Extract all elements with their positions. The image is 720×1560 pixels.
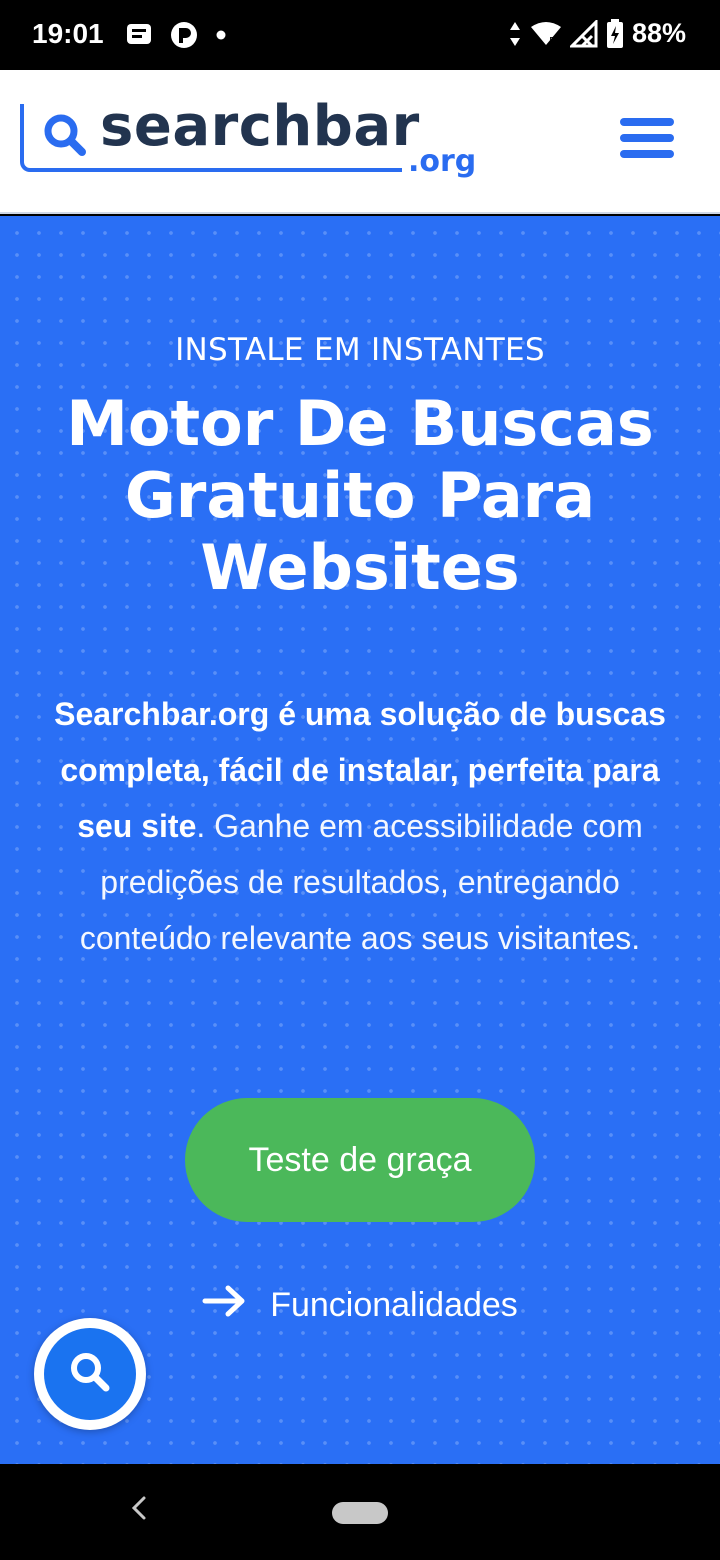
status-system-icons: 5 88% bbox=[508, 18, 686, 49]
system-nav-bar bbox=[0, 1464, 720, 1560]
hero-eyebrow: INSTALE EM INSTANTES bbox=[175, 332, 545, 368]
site-logo[interactable]: searchbar .org bbox=[20, 94, 476, 210]
floating-search-inner bbox=[44, 1328, 136, 1420]
floating-search-button[interactable] bbox=[34, 1318, 146, 1430]
features-link-label: Funcionalidades bbox=[270, 1286, 518, 1324]
arrow-right-icon bbox=[202, 1284, 248, 1327]
site-header: searchbar .org bbox=[0, 70, 720, 214]
signal-icon bbox=[569, 19, 598, 48]
menu-bar-3 bbox=[620, 150, 674, 158]
battery-percent: 88% bbox=[631, 18, 686, 48]
free-trial-button[interactable]: Teste de graça bbox=[185, 1098, 535, 1222]
status-bar: 19:01 5 88% bbox=[0, 0, 720, 70]
logo-tld: .org bbox=[408, 144, 477, 179]
logo-search-icon bbox=[42, 112, 88, 163]
status-notification-icons bbox=[125, 20, 227, 50]
hero-title: Motor De Buscas Gratuito Para Websites bbox=[66, 387, 654, 604]
logo-word: searchbar bbox=[100, 94, 420, 159]
hero-section: INSTALE EM INSTANTES Motor De Buscas Gra… bbox=[0, 216, 720, 1464]
data-arrows-icon bbox=[508, 20, 522, 48]
hero-description: Searchbar.org é uma solução de buscas co… bbox=[36, 686, 684, 966]
parking-icon bbox=[169, 20, 199, 50]
home-pill-icon[interactable] bbox=[332, 1502, 388, 1524]
menu-bar-1 bbox=[620, 118, 674, 126]
dot-icon bbox=[215, 29, 227, 41]
wifi-icon: 5 bbox=[530, 21, 562, 47]
message-icon bbox=[125, 22, 153, 48]
back-chevron-icon[interactable] bbox=[128, 1494, 150, 1527]
hamburger-menu-icon[interactable] bbox=[620, 116, 676, 162]
menu-bar-2 bbox=[620, 134, 674, 142]
battery-icon bbox=[606, 18, 624, 49]
search-icon bbox=[67, 1349, 113, 1400]
status-time: 19:01 bbox=[32, 18, 104, 49]
svg-text:5: 5 bbox=[549, 36, 555, 47]
